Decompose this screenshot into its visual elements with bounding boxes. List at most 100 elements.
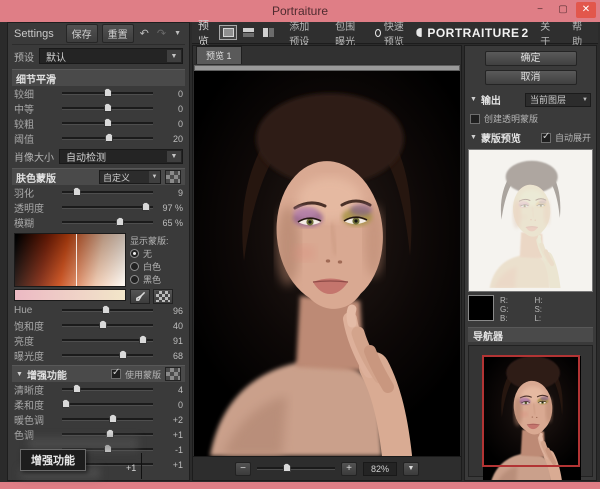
zoom-menu-button[interactable]: ▼: [403, 462, 419, 476]
skin-mask-preset-dropdown[interactable]: 自定义 ▼: [99, 170, 161, 184]
slider-thumb[interactable]: [139, 335, 147, 344]
eyedropper-button[interactable]: [130, 289, 150, 304]
view-split-vertical-button[interactable]: [259, 25, 277, 40]
mask-preview-image[interactable]: [468, 149, 593, 292]
slider-thumb[interactable]: [105, 133, 113, 142]
radio-icon[interactable]: [130, 262, 139, 271]
preset-dropdown[interactable]: 默认 ▼: [39, 48, 183, 64]
portrait-size-dropdown[interactable]: 自动检测 ▼: [59, 149, 183, 164]
preset-label: 预设: [14, 49, 34, 64]
slider-thumb[interactable]: [104, 118, 112, 127]
reset-button[interactable]: 重置: [102, 24, 134, 43]
chevron-down-icon[interactable]: ▼: [167, 50, 181, 62]
mask-tool-icon[interactable]: [165, 170, 181, 184]
slider-track[interactable]: [62, 354, 153, 357]
slider-thumb[interactable]: [119, 350, 127, 359]
radio-label: 黑色: [143, 273, 161, 286]
slider-label: 透明度: [14, 200, 58, 215]
slider-thumb[interactable]: [99, 320, 107, 329]
slider-track[interactable]: [62, 433, 153, 436]
slider-track[interactable]: [62, 339, 153, 342]
collapse-caret-icon[interactable]: ▼: [470, 96, 477, 103]
slider-thumb[interactable]: [104, 88, 112, 97]
view-split-horizontal-button[interactable]: [239, 25, 257, 40]
portrait-size-row: 肖像大小 自动检测 ▼: [12, 146, 185, 166]
slider-label: 柔和度: [14, 397, 58, 412]
skin-mask-preset-value: 自定义: [103, 171, 130, 184]
preview-toolbar: 预览 添加预设 包围曝光 快速预览 PORTRAITURE 2 关于 帮助: [192, 22, 598, 44]
enhance-tool-icon[interactable]: [165, 367, 181, 381]
portrait-size-label: 肖像大小: [14, 149, 54, 164]
slider-label: 暖色调: [14, 412, 58, 427]
radio-icon[interactable]: [130, 275, 139, 284]
zoom-in-button[interactable]: +: [341, 462, 357, 476]
slider-row-hue: Hue 96: [12, 303, 185, 318]
slider-thumb[interactable]: [102, 305, 110, 314]
chevron-down-icon[interactable]: ▼: [167, 151, 181, 162]
cancel-button[interactable]: 取消: [485, 70, 577, 85]
slider-track[interactable]: [62, 92, 153, 95]
slider-row-medium: 中等 0: [12, 101, 185, 116]
slider-track[interactable]: [62, 388, 153, 391]
tab-preview-1[interactable]: 预览 1: [196, 46, 242, 64]
zoom-slider-track[interactable]: [257, 467, 335, 470]
chevron-down-icon[interactable]: ▼: [580, 94, 590, 106]
slider-row-warmth: 暖色调 +2: [12, 412, 185, 427]
slider-track[interactable]: [62, 324, 153, 327]
slider-thumb[interactable]: [73, 384, 81, 393]
slider-thumb[interactable]: [62, 399, 70, 408]
navigator-view-rectangle[interactable]: [482, 355, 580, 467]
slider-label: 阈值: [14, 131, 58, 146]
slider-track[interactable]: [62, 107, 153, 110]
use-mask-label: 使用蒙版: [125, 368, 161, 381]
slider-track[interactable]: [62, 309, 153, 312]
chevron-down-icon[interactable]: ▼: [149, 171, 160, 183]
redo-icon[interactable]: ↷: [155, 27, 168, 40]
preview-tab-bar: 预览 1: [193, 46, 461, 64]
mask-radio-white[interactable]: 白色: [130, 260, 183, 273]
mask-preview-section-header: ▼ 蒙版预览 自动展开: [468, 130, 593, 145]
slider-thumb[interactable]: [116, 217, 124, 226]
view-single-button[interactable]: [219, 25, 237, 40]
output-dropdown[interactable]: 当前图层 ▼: [525, 93, 591, 107]
skin-tone-gradient[interactable]: [14, 233, 126, 287]
slider-label: 曝光度: [14, 348, 58, 363]
slider-thumb[interactable]: [142, 202, 150, 211]
zoom-slider-thumb[interactable]: [283, 463, 291, 472]
collapse-caret-icon[interactable]: ▼: [16, 371, 23, 378]
output-value: 当前图层: [530, 93, 566, 106]
use-mask-checkbox[interactable]: [111, 369, 121, 379]
eyedropper-add-button[interactable]: [153, 289, 173, 304]
slider-track[interactable]: [62, 221, 153, 224]
save-button[interactable]: 保存: [66, 24, 98, 43]
slider-track[interactable]: [62, 403, 153, 406]
preview-photo[interactable]: [194, 71, 460, 456]
slider-thumb[interactable]: [73, 187, 81, 196]
mask-radio-black[interactable]: 黑色: [130, 273, 183, 286]
hsl-labels: H:S:L:: [534, 296, 542, 323]
slider-row-fuzz: 模糊 65 %: [12, 215, 185, 230]
transparency-mask-row: 创建透明蒙版: [468, 112, 593, 125]
slider-track[interactable]: [62, 137, 153, 140]
sampled-color-swatch: [468, 295, 494, 321]
collapse-caret-icon[interactable]: ▼: [470, 134, 477, 141]
slider-thumb[interactable]: [109, 414, 117, 423]
settings-toolbar: Settings 保存 重置 ↶ ↷ ▼: [12, 23, 185, 45]
slider-track[interactable]: [62, 191, 153, 194]
undo-icon[interactable]: ↶: [138, 27, 151, 40]
slider-value: 20: [157, 134, 183, 144]
slider-thumb[interactable]: [104, 103, 112, 112]
slider-track[interactable]: [62, 418, 153, 421]
zoom-out-button[interactable]: −: [235, 462, 251, 476]
transparency-mask-checkbox[interactable]: [470, 114, 480, 124]
skin-tone-range-strip[interactable]: [14, 289, 126, 301]
settings-menu-icon[interactable]: ▼: [172, 30, 183, 37]
preset-row: 预设 默认 ▼: [12, 45, 185, 67]
slider-track[interactable]: [62, 122, 153, 125]
slider-track[interactable]: [62, 206, 153, 209]
mask-radio-none[interactable]: 无: [130, 247, 183, 260]
auto-expand-checkbox[interactable]: [541, 133, 551, 143]
rgb-labels: R:G:B:: [500, 296, 508, 323]
ok-button[interactable]: 确定: [485, 51, 577, 66]
radio-icon[interactable]: [130, 249, 139, 258]
